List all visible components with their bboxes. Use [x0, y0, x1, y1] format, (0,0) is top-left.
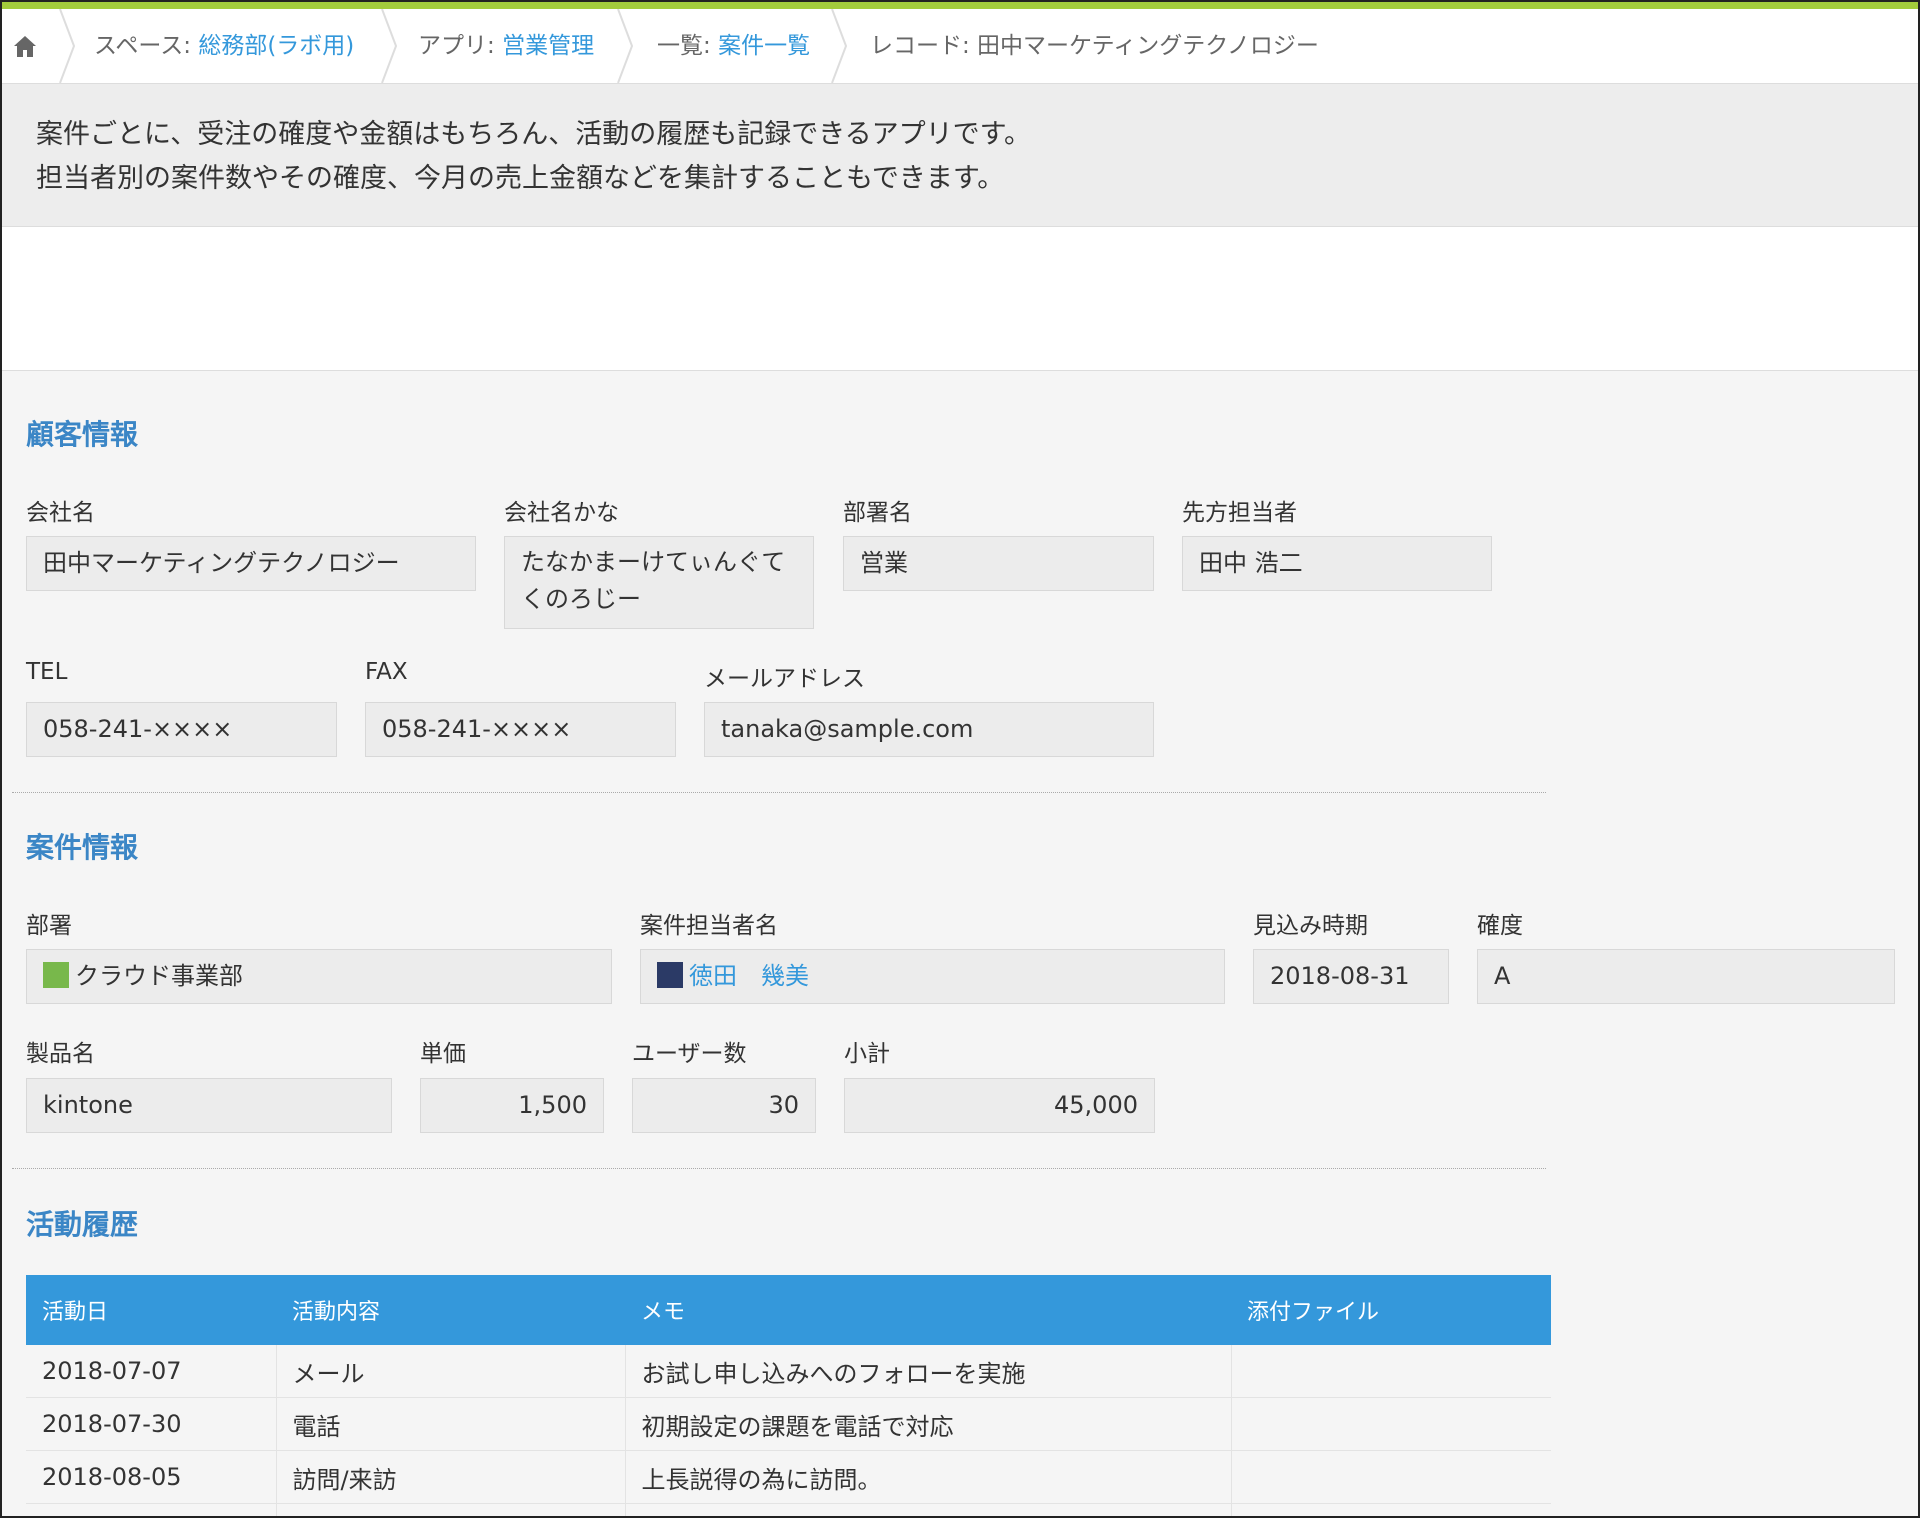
activity-type-cell[interactable]: 訪問/来訪 [276, 1450, 626, 1504]
section-divider [12, 1168, 1546, 1169]
activity-attachment-cell[interactable] [1231, 1345, 1551, 1398]
activity-date-cell[interactable] [26, 1503, 277, 1516]
breadcrumb-separator [831, 9, 848, 83]
deal-owner-field: 徳田 幾美 [640, 949, 1225, 1004]
user-avatar-icon [657, 962, 683, 988]
activity-memo-cell[interactable] [625, 1503, 1232, 1516]
activity-table: 活動日 活動内容 メモ 添付ファイル 2018-07-07 メール お試し申し込… [26, 1275, 1551, 1516]
app-description: 案件ごとに、受注の確度や金額はもちろん、活動の履歴も記録できるアプリです。 担当… [2, 84, 1918, 227]
top-accent-bar [2, 2, 1918, 9]
product-name-label: 製品名 [26, 1041, 95, 1067]
breadcrumb-space-link[interactable]: 総務部(ラボ用) [198, 33, 354, 59]
table-row: 2018-07-30 電話 初期設定の課題を電話で対応 [26, 1397, 1551, 1451]
column-header-activity: 活動内容 [276, 1275, 625, 1345]
breadcrumb-space[interactable]: スペース: 総務部(ラボ用) [94, 9, 354, 83]
email-label: メールアドレス [704, 666, 865, 692]
breadcrumb-list[interactable]: 一覧: 案件一覧 [657, 9, 810, 83]
breadcrumb-separator [617, 9, 634, 83]
tel-field[interactable]: 058-241-×××× [26, 702, 337, 757]
certainty-field[interactable]: A [1477, 949, 1895, 1004]
breadcrumb-app[interactable]: アプリ: 営業管理 [418, 9, 594, 83]
department-label: 部署名 [843, 500, 912, 526]
breadcrumb-separator [59, 9, 76, 83]
activity-memo-cell[interactable]: 上長説得の為に訪問。 [625, 1450, 1232, 1504]
division-field[interactable]: クラウド事業部 [26, 949, 612, 1004]
table-row: 2018-08-05 訪問/来訪 上長説得の為に訪問。 [26, 1450, 1551, 1504]
activity-type-cell[interactable]: メール [276, 1345, 626, 1398]
activity-date-cell[interactable]: 2018-07-07 [26, 1345, 277, 1398]
description-line-1: 案件ごとに、受注の確度や金額はもちろん、活動の履歴も記録できるアプリです。 [36, 119, 1031, 150]
department-field[interactable]: 営業 [843, 536, 1154, 591]
user-count-field[interactable]: 30 [632, 1078, 816, 1133]
fax-label: FAX [365, 659, 408, 685]
breadcrumb-app-link[interactable]: 営業管理 [502, 33, 594, 59]
section-title-activity: 活動履歴 [26, 1208, 139, 1241]
subtotal-label: 小計 [844, 1041, 890, 1067]
company-kana-label: 会社名かな [504, 500, 619, 526]
breadcrumb-app-prefix: アプリ: [418, 33, 503, 59]
table-row: 2018-07-07 メール お試し申し込みへのフォローを実施 [26, 1345, 1551, 1398]
activity-memo-cell[interactable]: お試し申し込みへのフォローを実施 [625, 1345, 1232, 1398]
certainty-label: 確度 [1477, 913, 1523, 939]
division-label: 部署 [26, 913, 72, 939]
section-title-customer: 顧客情報 [26, 418, 139, 451]
breadcrumb: スペース: 総務部(ラボ用) アプリ: 営業管理 一覧: 案件一覧 レコード: … [2, 9, 1918, 84]
activity-date-cell[interactable]: 2018-08-05 [26, 1450, 277, 1504]
contact-person-label: 先方担当者 [1182, 500, 1297, 526]
contact-person-field[interactable]: 田中 浩二 [1182, 536, 1492, 591]
section-title-deal: 案件情報 [26, 831, 139, 864]
breadcrumb-list-link[interactable]: 案件一覧 [718, 33, 810, 59]
activity-attachment-cell[interactable] [1231, 1450, 1551, 1504]
activity-type-cell[interactable]: 電話 [276, 1397, 626, 1451]
user-count-label: ユーザー数 [632, 1041, 747, 1067]
breadcrumb-record: レコード: 田中マーケティングテクノロジー [870, 33, 1319, 59]
column-header-date: 活動日 [26, 1275, 276, 1345]
division-value: クラウド事業部 [75, 962, 243, 990]
column-header-attachment: 添付ファイル [1231, 1275, 1551, 1345]
column-header-memo: メモ [625, 1275, 1231, 1345]
tel-label: TEL [26, 659, 68, 685]
activity-date-cell[interactable]: 2018-07-30 [26, 1397, 277, 1451]
organization-icon [43, 962, 69, 988]
breadcrumb-list-prefix: 一覧: [657, 33, 719, 59]
description-line-2: 担当者別の案件数やその確度、今月の売上金額などを集計することもできます。 [36, 163, 1005, 194]
fax-field[interactable]: 058-241-×××× [365, 702, 676, 757]
deal-owner-label: 案件担当者名 [640, 913, 778, 939]
record-form: 顧客情報 会社名 田中マーケティングテクノロジー 会社名かな たなかまーけてぃん… [2, 371, 1918, 1516]
activity-memo-cell[interactable]: 初期設定の課題を電話で対応 [625, 1397, 1232, 1451]
company-name-field[interactable]: 田中マーケティングテクノロジー [26, 536, 476, 591]
activity-attachment-cell[interactable] [1231, 1503, 1551, 1516]
expected-date-label: 見込み時期 [1253, 913, 1368, 939]
activity-type-cell[interactable] [276, 1503, 626, 1516]
deal-owner-link[interactable]: 徳田 幾美 [689, 962, 809, 990]
unit-price-field[interactable]: 1,500 [420, 1078, 604, 1133]
breadcrumb-separator [381, 9, 398, 83]
home-icon[interactable] [12, 33, 38, 59]
section-divider [12, 792, 1546, 793]
company-kana-field[interactable]: たなかまーけてぃんぐてくのろじー [504, 536, 814, 629]
activity-table-header: 活動日 活動内容 メモ 添付ファイル [26, 1275, 1551, 1345]
product-name-field[interactable]: kintone [26, 1078, 392, 1133]
blank-space [2, 227, 1918, 371]
expected-date-field[interactable]: 2018-08-31 [1253, 949, 1449, 1004]
table-row [26, 1503, 1551, 1516]
breadcrumb-space-prefix: スペース: [94, 33, 199, 59]
company-name-label: 会社名 [26, 500, 95, 526]
subtotal-field: 45,000 [844, 1078, 1155, 1133]
email-field[interactable]: tanaka@sample.com [704, 702, 1154, 757]
record-page: スペース: 総務部(ラボ用) アプリ: 営業管理 一覧: 案件一覧 レコード: … [0, 0, 1920, 1518]
activity-attachment-cell[interactable] [1231, 1397, 1551, 1451]
unit-price-label: 単価 [420, 1041, 466, 1067]
